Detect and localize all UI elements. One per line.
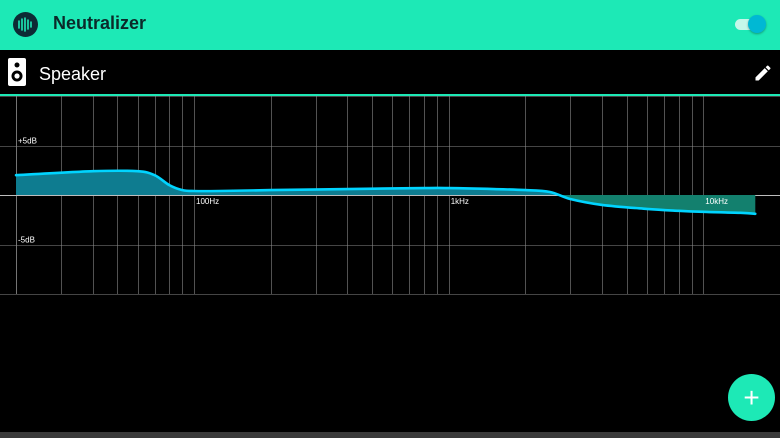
system-nav-bar bbox=[0, 432, 780, 438]
y-tick-label: -5dB bbox=[18, 236, 35, 245]
app-title: Neutralizer bbox=[53, 13, 147, 33]
frequency-response-chart: +5dB -5dB 100Hz 1kHz 10kHz bbox=[0, 96, 780, 295]
deviation-fills bbox=[16, 170, 756, 214]
toggle-knob bbox=[748, 15, 766, 33]
x-tick-label: 100Hz bbox=[196, 197, 219, 206]
add-button[interactable]: + bbox=[728, 374, 775, 421]
x-tick-label: 10kHz bbox=[705, 197, 728, 206]
enable-toggle[interactable] bbox=[735, 15, 766, 33]
x-tick-label: 1kHz bbox=[451, 197, 469, 206]
y-tick-label: +5dB bbox=[18, 137, 37, 146]
waveform-icon bbox=[13, 12, 38, 37]
pencil-icon[interactable] bbox=[753, 63, 773, 83]
device-name: Speaker bbox=[39, 64, 107, 84]
device-header: Speaker bbox=[0, 50, 780, 94]
speaker-icon bbox=[8, 58, 26, 86]
app-bar: Neutralizer bbox=[0, 0, 780, 50]
